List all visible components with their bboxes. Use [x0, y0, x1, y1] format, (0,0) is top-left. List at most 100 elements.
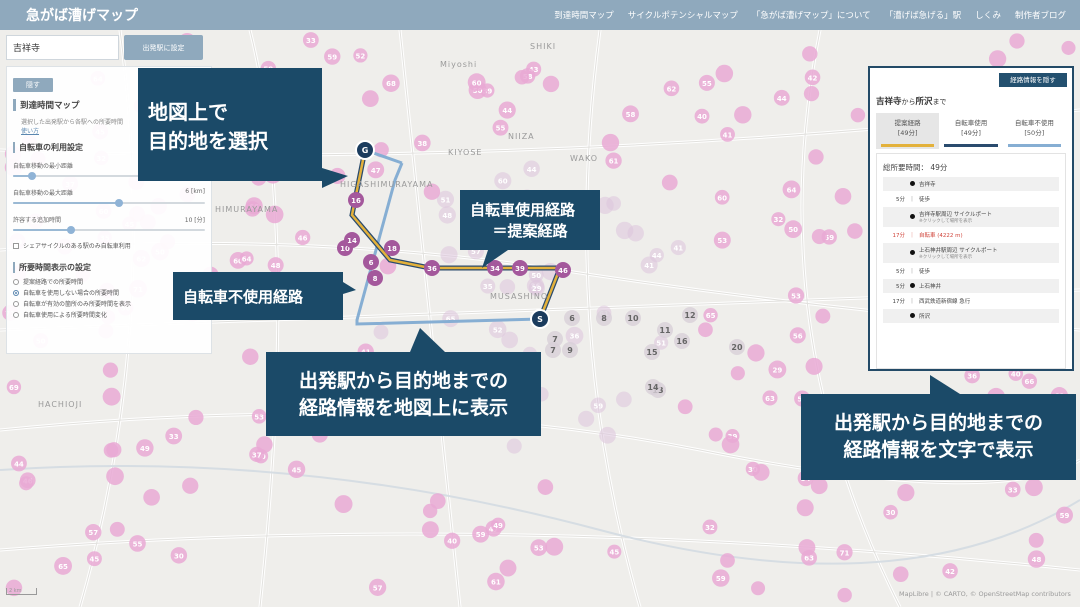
station-marker[interactable]	[677, 399, 693, 415]
share-cycle-checkbox-row[interactable]: シェアサイクルのある駅のみ自転車利用	[13, 241, 205, 250]
station-marker[interactable]	[734, 106, 752, 124]
station-marker[interactable]	[542, 75, 560, 93]
station-marker[interactable]	[721, 435, 740, 454]
station-marker[interactable]	[1061, 40, 1076, 55]
app-title[interactable]: 急がば漕げマップ	[26, 5, 138, 25]
station-marker[interactable]	[361, 90, 379, 108]
station-marker[interactable]	[514, 69, 530, 85]
station-marker[interactable]	[429, 493, 446, 509]
station-marker[interactable]	[182, 477, 199, 494]
station-marker[interactable]	[1025, 478, 1043, 497]
route-stop[interactable]: 上石神井駅周辺 サイクルポート ※クリックして場所を表示	[883, 243, 1059, 263]
nav-cycle-potential-map[interactable]: サイクルポテンシャルマップ	[628, 9, 738, 21]
slider-fill	[13, 202, 119, 204]
station-marker[interactable]	[421, 521, 439, 539]
hide-route-info-button[interactable]: 経路情報を隠す	[999, 73, 1067, 87]
station-marker[interactable]	[601, 133, 620, 152]
station-marker[interactable]	[578, 410, 595, 427]
station-time-label: 61	[491, 579, 501, 587]
station-marker[interactable]	[988, 50, 1007, 68]
station-marker[interactable]	[808, 149, 824, 165]
station-marker[interactable]	[715, 64, 734, 83]
radio-button[interactable]	[13, 311, 19, 318]
share-cycle-checkbox[interactable]	[13, 242, 19, 249]
step-note[interactable]: ※クリックして場所を表示	[919, 254, 1059, 260]
extra-time-label: 許容する追加時間	[13, 217, 62, 224]
station-marker[interactable]	[106, 467, 124, 486]
station-search-input[interactable]	[6, 35, 119, 60]
radio-button[interactable]	[13, 300, 19, 307]
station-marker[interactable]	[606, 196, 622, 211]
station-marker[interactable]	[537, 479, 554, 495]
station-marker[interactable]	[501, 331, 519, 349]
route-tab[interactable]: 提案経路 [49分]	[876, 113, 940, 149]
slider-knob[interactable]	[114, 199, 123, 207]
station-marker[interactable]	[815, 308, 831, 324]
station-marker[interactable]	[730, 366, 745, 381]
radio-button[interactable]	[13, 289, 19, 296]
station-marker[interactable]	[720, 553, 735, 568]
station-marker[interactable]	[796, 499, 814, 517]
station-marker[interactable]	[892, 566, 909, 582]
station-marker[interactable]	[802, 46, 818, 62]
radio-button[interactable]	[13, 278, 19, 285]
route-tab[interactable]: 自転車不使用 [50分]	[1003, 113, 1066, 149]
nav-about[interactable]: 「急がば漕げマップ」について	[752, 9, 871, 21]
station-time-label: 36	[427, 265, 437, 273]
station-time-label: 6	[569, 314, 575, 323]
station-marker[interactable]	[188, 409, 204, 426]
station-marker[interactable]	[19, 476, 34, 491]
station-marker[interactable]	[242, 348, 259, 365]
station-marker[interactable]	[811, 228, 827, 245]
station-marker[interactable]	[708, 427, 723, 442]
extra-time-slider[interactable]	[13, 226, 205, 234]
route-tab[interactable]: 自転車使用 [49分]	[939, 113, 1002, 149]
slider-knob[interactable]	[28, 172, 37, 180]
station-marker[interactable]	[805, 357, 823, 375]
station-time-label: 44	[527, 166, 537, 174]
station-marker[interactable]	[506, 438, 522, 454]
nav-reach-time-map[interactable]: 到達時間マップ	[554, 9, 614, 21]
nav-how-it-works[interactable]: しくみ	[975, 9, 1001, 21]
station-marker[interactable]	[106, 442, 122, 458]
station-marker[interactable]	[616, 391, 632, 408]
station-marker[interactable]	[698, 322, 713, 338]
station-time-label: 48	[442, 212, 452, 220]
station-marker[interactable]	[661, 174, 678, 191]
station-marker[interactable]	[1028, 532, 1044, 548]
nav-blog[interactable]: 制作者ブログ	[1015, 9, 1066, 21]
station-marker[interactable]	[373, 324, 389, 340]
nav-stations[interactable]: 「漕げば急げる」駅	[885, 9, 962, 21]
hide-panel-button[interactable]: 隠す	[13, 78, 53, 92]
station-marker[interactable]	[109, 521, 125, 537]
step-note[interactable]: ※クリックして場所を表示	[919, 218, 1059, 224]
station-marker[interactable]	[798, 539, 816, 556]
max-distance-slider[interactable]	[13, 199, 205, 207]
station-marker[interactable]	[256, 436, 273, 453]
station-marker[interactable]	[334, 495, 353, 514]
set-origin-button[interactable]: 出発駅に設定	[124, 35, 203, 60]
station-marker[interactable]	[599, 426, 616, 444]
station-marker[interactable]	[747, 344, 765, 362]
station-marker[interactable]	[850, 107, 866, 123]
station-marker[interactable]	[751, 581, 766, 596]
callout-line: 経路情報を文字で表示	[843, 439, 1034, 461]
station-marker[interactable]	[1009, 33, 1025, 49]
station-marker[interactable]	[102, 362, 119, 378]
station-marker[interactable]	[803, 86, 820, 102]
station-marker[interactable]	[499, 559, 517, 577]
station-marker[interactable]	[752, 463, 770, 481]
station-marker[interactable]	[440, 246, 458, 264]
stop-dot-icon	[909, 312, 915, 318]
station-marker[interactable]	[834, 187, 852, 205]
route-stop[interactable]: 吉祥寺駅周辺 サイクルポート ※クリックして場所を表示	[883, 207, 1059, 227]
slider-knob[interactable]	[66, 226, 75, 234]
station-marker[interactable]	[847, 223, 863, 239]
station-marker[interactable]	[837, 587, 852, 603]
station-marker[interactable]	[102, 387, 121, 406]
map-attribution[interactable]: MapLibre | © CARTO, © OpenStreetMap cont…	[899, 590, 1071, 598]
station-marker[interactable]	[545, 537, 564, 556]
station-marker[interactable]	[615, 221, 634, 240]
station-marker[interactable]	[897, 484, 915, 502]
station-marker[interactable]	[143, 488, 160, 506]
